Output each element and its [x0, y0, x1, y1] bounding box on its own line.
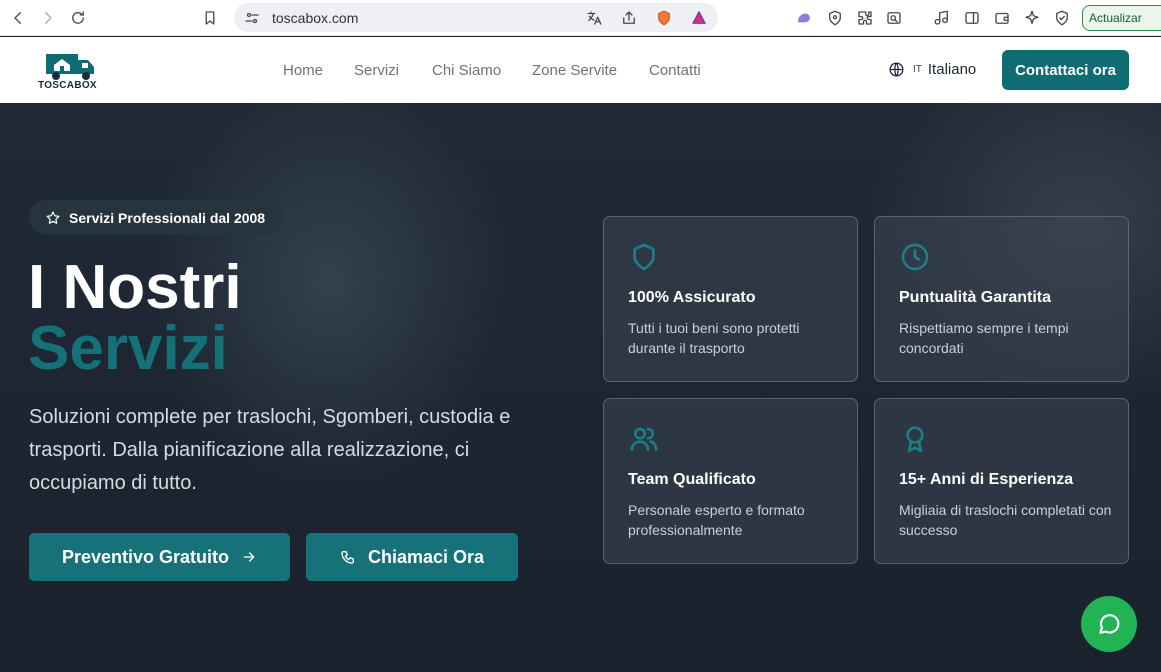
shield-icon — [628, 241, 660, 273]
brave-rewards-icon[interactable] — [689, 8, 709, 28]
call-now-label: Chiamaci Ora — [367, 546, 485, 567]
phone-icon — [341, 551, 354, 564]
feature-card-insured: 100% Assicurato Tutti i tuoi beni sono p… — [603, 216, 858, 382]
language-label: Italiano — [927, 61, 977, 78]
feature-title: 100% Assicurato — [628, 289, 756, 306]
star-icon — [46, 210, 60, 224]
extensions-icon[interactable] — [855, 8, 875, 28]
hero-description: Soluzioni complete per traslochi, Sgombe… — [29, 406, 511, 494]
globe-icon — [889, 62, 904, 77]
feature-description: Migliaia di traslochi completati con suc… — [899, 502, 1112, 538]
feature-description: Rispettiamo sempre i tempi concordati — [899, 320, 1069, 356]
free-quote-label: Preventivo Gratuito — [61, 546, 230, 567]
feature-description: Tutti i tuoi beni sono protetti durante … — [628, 320, 800, 356]
feature-title: Puntualità Garantita — [899, 289, 1052, 306]
call-now-button[interactable]: Chiamaci Ora — [306, 533, 518, 581]
feature-card-punctuality: Puntualità Garantita Rispettiamo sempre … — [874, 216, 1129, 382]
hero-title: I Nostri — [28, 253, 242, 322]
browser-toolbar: toscabox.com Actualizar — [0, 0, 1161, 36]
chat-bubble-icon — [1099, 614, 1120, 634]
update-button[interactable]: Actualizar — [1082, 5, 1161, 31]
experience-badge: Servizi Professionali dal 2008 — [29, 200, 283, 235]
privacy-shield-icon[interactable] — [1052, 8, 1072, 28]
address-bar[interactable]: toscabox.com — [234, 3, 718, 32]
feature-description: Personale esperto e formato professional… — [628, 502, 805, 538]
truck-logo-icon — [46, 54, 94, 80]
vpn-shield-icon[interactable] — [825, 8, 845, 28]
leo-sparkle-icon[interactable] — [1022, 8, 1042, 28]
wallet-icon[interactable] — [992, 8, 1012, 28]
nav-contatti[interactable]: Contatti — [649, 62, 701, 79]
nav-servizi[interactable]: Servizi — [354, 62, 399, 79]
translate-icon[interactable] — [584, 8, 604, 28]
forward-icon[interactable] — [38, 8, 58, 28]
award-icon — [899, 423, 931, 455]
nav-zone-servite[interactable]: Zone Servite — [532, 62, 617, 79]
users-icon — [628, 423, 660, 455]
nav-chi-siamo[interactable]: Chi Siamo — [432, 62, 501, 79]
feature-title: Team Qualificato — [628, 471, 756, 488]
logo[interactable]: TOSCABOX — [36, 48, 102, 92]
share-icon[interactable] — [619, 8, 639, 28]
feature-card-experience: 15+ Anni di Esperienza Migliaia di trasl… — [874, 398, 1129, 564]
sidebar-icon[interactable] — [962, 8, 982, 28]
site-settings-icon[interactable] — [242, 8, 262, 28]
badge-text: Servizi Professionali dal 2008 — [69, 209, 266, 226]
media-icon[interactable] — [932, 8, 952, 28]
whatsapp-chat-button[interactable] — [1081, 596, 1137, 652]
back-icon[interactable] — [8, 8, 28, 28]
leo-ai-icon[interactable] — [794, 8, 814, 28]
free-quote-button[interactable]: Preventivo Gratuito — [29, 533, 290, 581]
nav-home[interactable]: Home — [283, 62, 323, 79]
logo-text: TOSCABOX — [38, 80, 97, 91]
url-text[interactable]: toscabox.com — [272, 10, 358, 26]
arrow-right-icon — [243, 552, 255, 562]
brave-shields-icon[interactable] — [654, 8, 674, 28]
contact-now-button[interactable]: Contattaci ora — [1002, 50, 1129, 90]
bookmark-icon[interactable] — [200, 8, 220, 28]
language-code: IT — [913, 64, 922, 75]
feature-title: 15+ Anni di Esperienza — [899, 471, 1074, 488]
feature-card-team: Team Qualificato Personale esperto e for… — [603, 398, 858, 564]
hero-section: Servizi Professionali dal 2008 I Nostri … — [0, 103, 1161, 672]
clock-icon — [899, 241, 931, 273]
reload-icon[interactable] — [68, 8, 88, 28]
site-header: TOSCABOX Home Servizi Chi Siamo Zone Ser… — [0, 37, 1161, 103]
hero-title-accent: Servizi — [28, 314, 228, 383]
reader-mode-icon[interactable] — [884, 8, 904, 28]
language-selector[interactable]: IT Italiano — [888, 61, 976, 78]
